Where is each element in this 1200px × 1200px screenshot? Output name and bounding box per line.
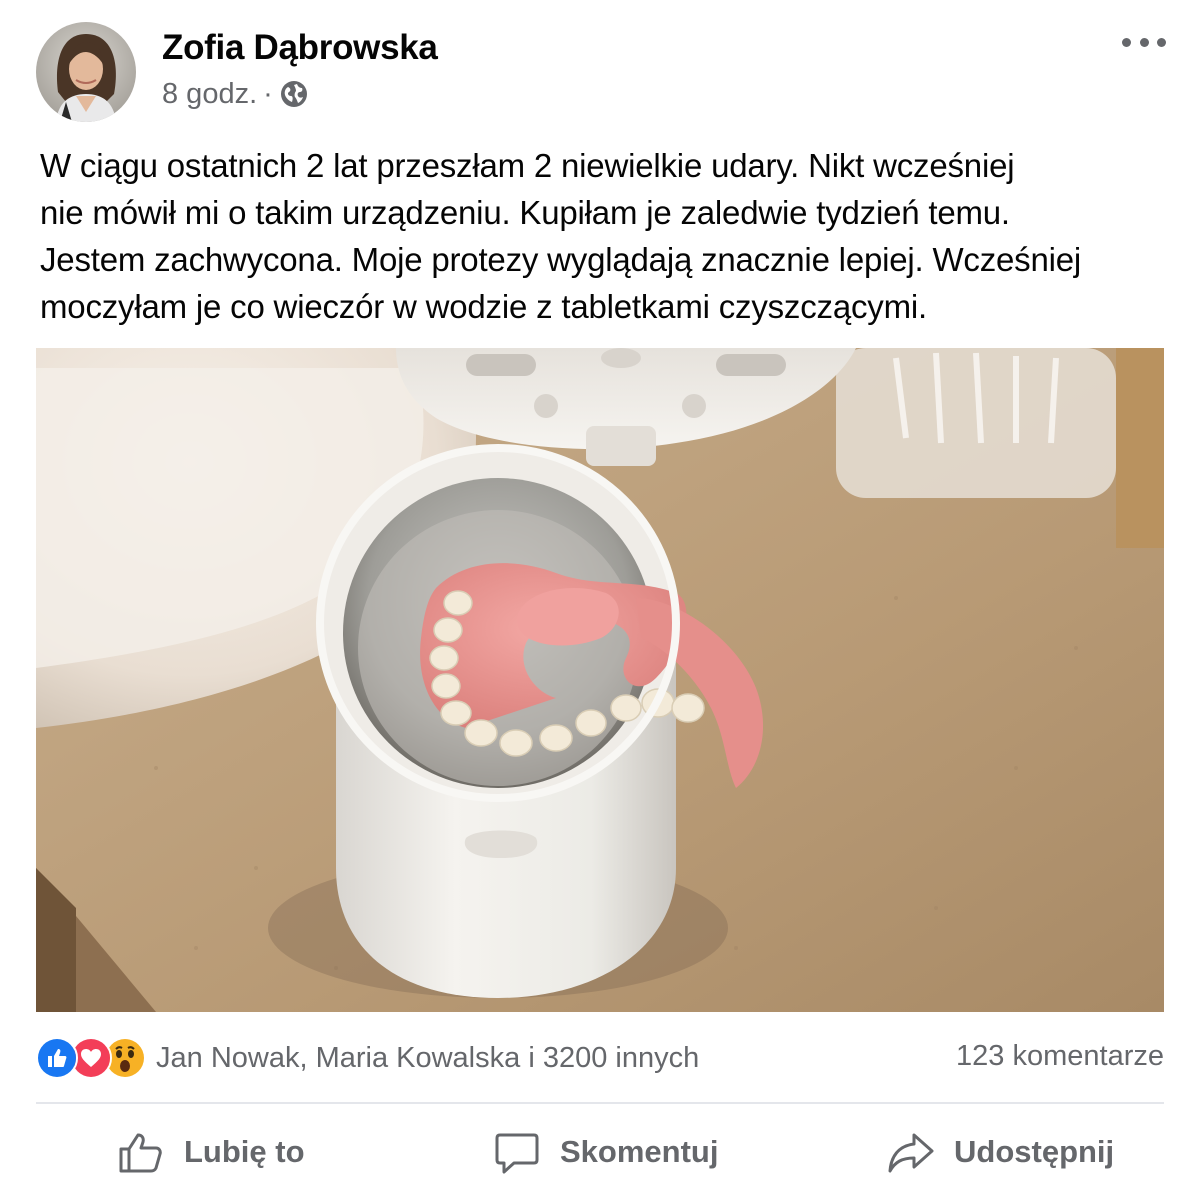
post-photo[interactable] (36, 348, 1164, 1012)
comment-icon (495, 1133, 539, 1174)
more-options-icon[interactable] (1122, 30, 1166, 54)
comment-label: Skomentuj (560, 1134, 719, 1169)
like-button[interactable]: Lubię to (116, 1114, 305, 1190)
author-name[interactable]: Zofia Dąbrowska (162, 28, 438, 68)
post-text-line: nie mówił mi o takim urządzeniu. Kupiłam… (40, 194, 1010, 231)
share-button[interactable]: Udostępnij (886, 1114, 1114, 1190)
reactors-text[interactable]: Jan Nowak, Maria Kowalska i 3200 innych (156, 1042, 699, 1075)
like-reaction-icon (36, 1037, 78, 1079)
post-text-line: Jestem zachwycona. Moje protezy wyglądaj… (40, 241, 1082, 278)
reactions-summary[interactable]: Jan Nowak, Maria Kowalska i 3200 innych (36, 1036, 699, 1080)
comments-count[interactable]: 123 komentarze (956, 1040, 1164, 1073)
comment-button[interactable]: Skomentuj (492, 1114, 718, 1190)
post-actions: Lubię to Skomentuj Udostępnij (36, 1114, 1164, 1190)
like-label: Lubię to (184, 1134, 305, 1169)
author-avatar[interactable] (36, 22, 136, 122)
post-timestamp[interactable]: 8 godz. (162, 78, 257, 111)
post-card: Zofia Dąbrowska 8 godz. · W ciągu ostatn… (0, 0, 1200, 1200)
globe-icon[interactable] (279, 79, 309, 109)
meta-separator: · (263, 77, 273, 110)
thumbs-up-icon (119, 1133, 162, 1173)
share-icon (888, 1133, 934, 1173)
divider (36, 1102, 1164, 1104)
share-label: Udostępnij (954, 1134, 1115, 1169)
post-text: W ciągu ostatnich 2 lat przeszłam 2 niew… (40, 142, 1170, 330)
post-meta: 8 godz. · (162, 76, 309, 112)
post-text-line: moczyłam je co wieczór w wodzie z tablet… (40, 288, 927, 325)
post-text-line: W ciągu ostatnich 2 lat przeszłam 2 niew… (40, 147, 1015, 184)
